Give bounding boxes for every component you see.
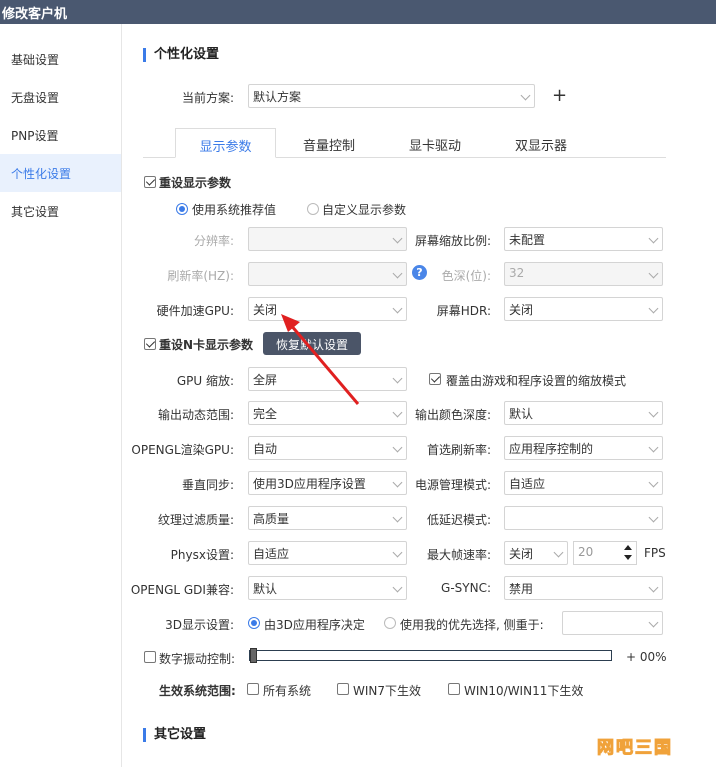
red-arrow-annotation: [281, 314, 360, 405]
